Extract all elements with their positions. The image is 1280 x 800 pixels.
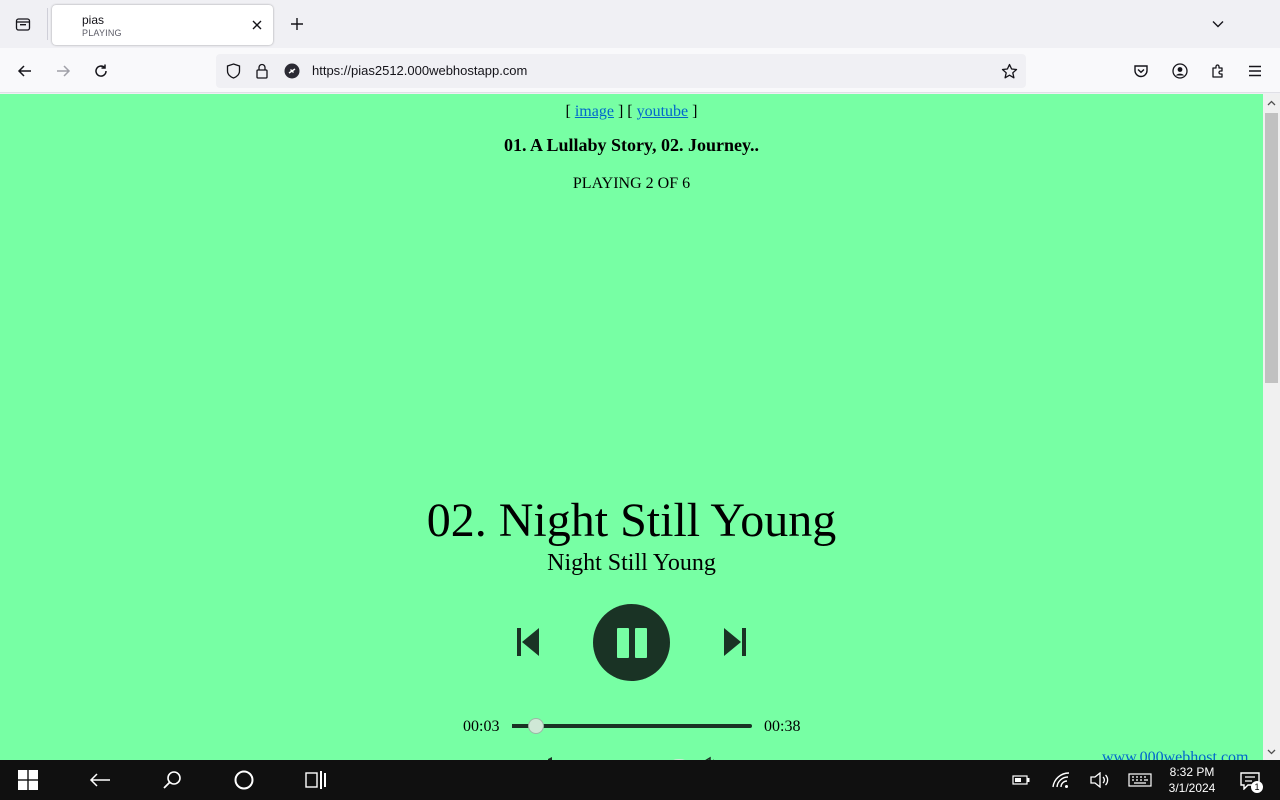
pause-button[interactable]	[593, 604, 670, 681]
tab-pias[interactable]: pias PLAYING	[52, 5, 273, 45]
site-permissions-icon[interactable]	[284, 63, 300, 79]
reload-button[interactable]	[89, 59, 113, 83]
extensions-icon[interactable]	[1206, 59, 1230, 83]
windows-taskbar: 8:32 PM 3/1/2024 1	[0, 760, 1280, 800]
cortana-icon[interactable]	[220, 760, 268, 800]
skip-previous-icon	[517, 628, 539, 656]
clock-date: 3/1/2024	[1168, 781, 1216, 795]
back-arrow-icon[interactable]	[76, 760, 124, 800]
scroll-down-arrow-icon[interactable]	[1263, 743, 1280, 760]
hamburger-menu-icon[interactable]	[1243, 59, 1267, 83]
image-link[interactable]: image	[575, 103, 614, 120]
navigation-toolbar: https://pias2512.000webhostapp.com	[0, 48, 1280, 93]
bracket-close: ]	[692, 103, 698, 120]
bracket-open: [	[565, 103, 571, 120]
speaker-icon[interactable]	[1089, 770, 1111, 790]
lock-icon[interactable]	[254, 63, 270, 79]
seek-slider[interactable]	[512, 718, 752, 734]
windows-start-icon[interactable]	[4, 760, 52, 800]
media-links: [ image ] [ youtube ]	[0, 103, 1263, 121]
pocket-icon[interactable]	[1129, 59, 1153, 83]
bracket-mid: ] [	[617, 103, 633, 120]
bookmark-star-icon[interactable]	[1000, 62, 1018, 80]
skip-next-icon	[724, 628, 746, 656]
track-duration: 00:38	[764, 718, 801, 735]
new-tab-button[interactable]	[286, 13, 308, 35]
network-icon[interactable]	[1050, 770, 1072, 790]
youtube-link[interactable]: youtube	[637, 103, 689, 120]
tab-playing-label: PLAYING	[82, 28, 122, 38]
close-tab-icon[interactable]	[249, 17, 265, 33]
task-view-icon[interactable]	[292, 760, 340, 800]
firefox-view-icon[interactable]	[8, 10, 38, 38]
system-clock[interactable]: 8:32 PM 3/1/2024	[1160, 764, 1224, 796]
account-icon[interactable]	[1168, 59, 1192, 83]
chevron-down-icon[interactable]	[1207, 13, 1229, 35]
keyboard-icon[interactable]	[1127, 770, 1153, 790]
scroll-thumb[interactable]	[1265, 113, 1278, 383]
notification-center-icon[interactable]: 1	[1236, 768, 1264, 794]
battery-icon[interactable]	[1010, 770, 1032, 790]
previous-track-button[interactable]	[510, 624, 546, 660]
track-title: 02. Night Still Young	[426, 494, 837, 547]
track-subtitle: Night Still Young	[547, 550, 716, 576]
back-button[interactable]	[13, 59, 37, 83]
tab-bar: pias PLAYING	[0, 0, 1280, 48]
next-track-button[interactable]	[717, 624, 753, 660]
webhost-link[interactable]: www.000webhost.com	[1102, 749, 1249, 760]
vertical-scrollbar[interactable]	[1263, 94, 1280, 760]
scroll-up-arrow-icon[interactable]	[1263, 94, 1280, 111]
seek-thumb[interactable]	[528, 718, 544, 734]
pause-icon	[616, 627, 647, 658]
playing-status: PLAYING 2 OF 6	[572, 175, 691, 192]
forward-button[interactable]	[51, 59, 75, 83]
search-icon[interactable]	[148, 760, 196, 800]
current-time: 00:03	[463, 718, 500, 735]
shield-icon[interactable]	[225, 63, 241, 79]
address-bar[interactable]: https://pias2512.000webhostapp.com	[216, 54, 1026, 88]
tab-title: pias	[82, 13, 105, 27]
page-viewport: [ image ] [ youtube ] 01. A Lullaby Stor…	[0, 94, 1263, 760]
url-text[interactable]: https://pias2512.000webhostapp.com	[312, 63, 527, 78]
playlist-title: 01. A Lullaby Story, 02. Journey..	[503, 135, 760, 155]
clock-time: 8:32 PM	[1169, 765, 1215, 779]
tab-separator	[47, 8, 48, 40]
notification-badge: 1	[1251, 781, 1263, 793]
